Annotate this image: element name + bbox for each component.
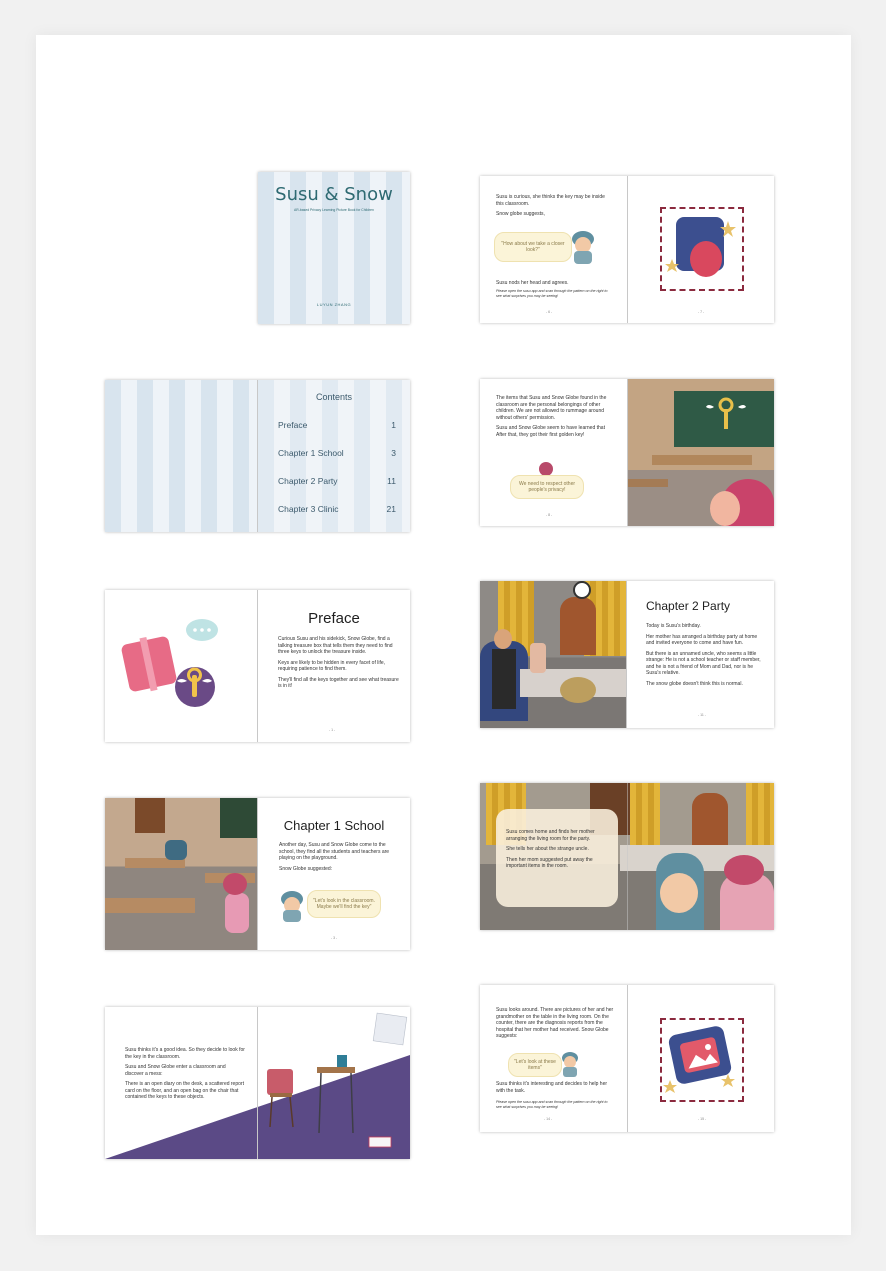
toc-item-preface[interactable]: Preface 1: [278, 420, 396, 430]
spread10-paragraph-2: Susu thinks it's interesting and decides…: [496, 1081, 608, 1094]
spread7-paragraph-3: After that, they got their first golden …: [496, 431, 585, 438]
spread7-paragraph-2: Susu and Snow Globe seem to have learned…: [496, 425, 605, 431]
classroom-chalkboard-illustration: [628, 379, 774, 526]
chapter1-speech-bubble: "Let's look in the classroom. Maybe we'l…: [307, 890, 381, 918]
chapter1-spread: Chapter 1 School Another day, Susu and S…: [105, 798, 410, 950]
backpack-icon: [665, 217, 736, 277]
spread10-speech-bubble: "Let's look at these items": [508, 1053, 562, 1077]
spread9-text: Susu comes home and finds her mother arr…: [506, 829, 610, 874]
contents-left-pattern: [105, 380, 257, 532]
preface-paragraph-3: They'll find all the keys together and s…: [278, 676, 399, 690]
spread6-paragraph-2: Snow globe suggests,: [496, 211, 545, 217]
ar-scan-target[interactable]: [660, 1018, 744, 1102]
page-number: - 3 -: [331, 936, 338, 940]
chapter2-text: Today is Susu's birthday. Her mother has…: [646, 623, 764, 691]
page-number: - 11 -: [698, 713, 706, 717]
contents-right-page: Contents Preface 1 Chapter 1 School 3 Chap…: [258, 380, 410, 532]
chapter1-paragraph-2: Snow Globe suggested:: [279, 865, 333, 872]
spread10-paragraph-1: Susu looks around. There are pictures of…: [496, 1007, 614, 1039]
gift-box-and-key-illustration: [121, 619, 218, 707]
spread5-paragraph-3: There is an open diary on the desk, a sc…: [125, 1081, 244, 1100]
classroom-mess-spread: Susu thinks it's a good idea. So they de…: [105, 1007, 410, 1159]
page-number-left: - 6 -: [546, 310, 553, 314]
page-number-right: - 7 -: [698, 310, 705, 314]
cover-page: Susu & Snow AR-based Privacy Learning Pi…: [258, 172, 410, 324]
chapter2-heading: Chapter 2 Party: [646, 599, 731, 613]
party-room-illustration: [480, 581, 626, 728]
chapter2-paragraph-3: But there is an unnamed uncle, who seems…: [646, 650, 761, 677]
chapter2-paragraph-1: Today is Susu's birthday.: [646, 623, 701, 629]
preface-paragraph-2: Keys are likely to be hidden in every fa…: [278, 659, 386, 673]
preface-spread: Preface Curious Susu and his sidekick, S…: [105, 590, 410, 742]
spread9-paragraph-1: Susu comes home and finds her mother arr…: [506, 829, 595, 842]
spread6-app-note: Please open the susu app and scan throug…: [496, 289, 608, 298]
spread5-paragraph-2: Susu and Snow Globe enter a classroom an…: [125, 1064, 226, 1077]
contents-spread: Contents Preface 1 Chapter 1 School 3 Chap…: [105, 380, 410, 532]
spread6-paragraph-3: Susu nods her head and agrees.: [496, 280, 569, 286]
spread5-text: Susu thinks it's a good idea. So they de…: [125, 1047, 245, 1105]
spread5-paragraph-1: Susu thinks it's a good idea. So they de…: [125, 1047, 245, 1060]
ar-scan-target[interactable]: [660, 207, 744, 291]
contents-heading: Contents: [315, 392, 353, 402]
toc-item-chapter-1[interactable]: Chapter 1 School 3: [278, 448, 396, 458]
page-number: - 8 -: [546, 513, 553, 517]
toc-item-chapter-3[interactable]: Chapter 3 Clinic 21: [278, 504, 396, 514]
spread7-speech-bubble: We need to respect other people's privac…: [510, 475, 584, 499]
preface-heading: Preface: [308, 610, 360, 627]
chapter2-paragraph-4: The snow globe doesn't think this is nor…: [646, 680, 743, 687]
chapter2-paragraph-2: Her mother has arranged a birthday party…: [646, 633, 758, 647]
page-number-right: - 15 -: [698, 1117, 707, 1121]
preface-paragraph-1: Curious Susu and his sidekick, Snow Glob…: [278, 636, 393, 655]
chapter1-heading: Chapter 1 School: [283, 818, 385, 833]
living-room-spread: Susu comes home and finds her mother arr…: [480, 783, 774, 930]
spread9-paragraph-3: Then her mom suggested put away the impo…: [506, 856, 593, 870]
ar-bag-spread: Susu is curious, she thinks the key may …: [480, 176, 774, 323]
cover-subtitle: AR-based Privacy Learning Picture Book f…: [294, 208, 374, 212]
snow-globe-character: [281, 891, 303, 922]
chapter2-spread: Chapter 2 Party Today is Susu's birthday…: [480, 581, 774, 728]
cover-author: LUYUN ZHANG: [316, 302, 352, 307]
toc-item-chapter-2[interactable]: Chapter 2 Party 11: [278, 476, 396, 486]
chapter1-paragraph-1: Another day, Susu and Snow Globe come to…: [279, 842, 390, 861]
snow-globe-character: [572, 231, 594, 264]
golden-key-spread: The items that Susu and Snow Globe found…: [480, 379, 774, 526]
preface-text: Curious Susu and his sidekick, Snow Glob…: [278, 636, 400, 694]
golden-key-icon: [706, 397, 746, 429]
chapter1-text: Another day, Susu and Snow Globe come to…: [279, 842, 401, 876]
spread9-paragraph-2: She tells her about the strange uncle.: [506, 846, 589, 852]
spread10-app-note: Please open the susu app and scan throug…: [496, 1100, 608, 1109]
spread6-text: Susu is curious, she thinks the key may …: [496, 194, 614, 222]
page-number: - 1 -: [329, 728, 336, 732]
page-number-left: - 14 -: [544, 1117, 553, 1121]
spread7-paragraph-1: The items that Susu and Snow Globe found…: [496, 395, 607, 421]
classroom-scene-illustration: [105, 798, 257, 950]
snow-globe-character: [562, 1052, 578, 1077]
spread7-text: The items that Susu and Snow Globe found…: [496, 395, 614, 442]
spread6-paragraph-1: Susu is curious, she thinks the key may …: [496, 194, 605, 207]
ar-photo-spread: Susu looks around. There are pictures of…: [480, 985, 774, 1132]
cover-title: Susu & Snow: [275, 184, 393, 205]
spread6-speech-bubble: "How about we take a closer look?": [494, 232, 572, 262]
photo-frame-icon: [663, 1026, 735, 1093]
